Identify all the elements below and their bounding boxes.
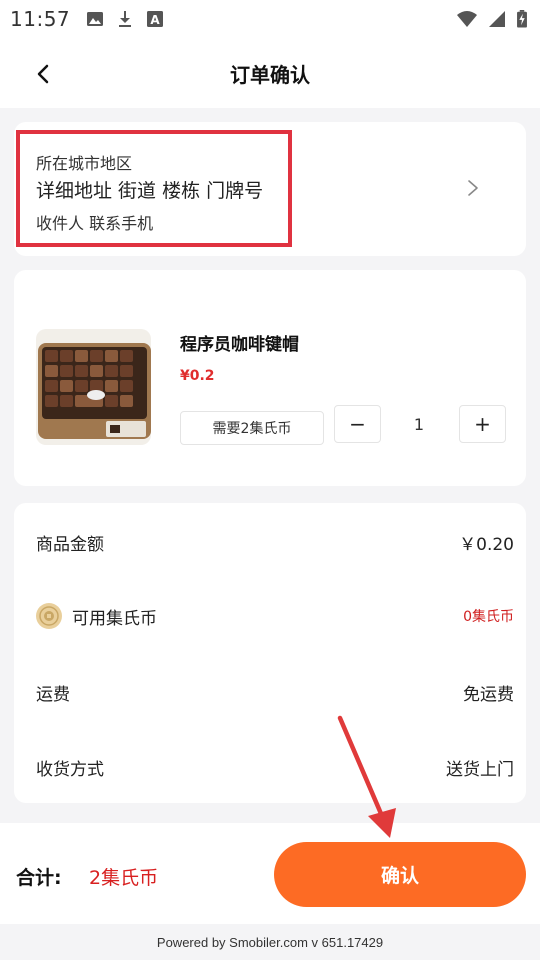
chevron-right-icon[interactable]	[466, 178, 480, 198]
goods-amount-label: 商品金额	[36, 534, 104, 555]
battery-charging-icon	[517, 10, 527, 28]
product-name: 程序员咖啡键帽	[180, 335, 299, 355]
need-coins-badge: 需要2集氏币	[180, 411, 324, 445]
shipping-value: 免运费	[463, 684, 514, 705]
address-contact: 收件人 联系手机	[36, 214, 154, 233]
total-label: 合计:	[16, 867, 62, 889]
address-card[interactable]: 所在城市地区 详细地址 街道 楼栋 门牌号 收件人 联系手机	[14, 122, 526, 256]
goods-amount-row: 商品金额 ￥0.20	[14, 522, 526, 562]
available-coins-label: 可用集氏币	[72, 608, 157, 629]
product-card: 程序员咖啡键帽 ¥0.2 需要2集氏币 − 1 +	[14, 270, 526, 486]
status-bar: 11:57 A	[0, 0, 540, 38]
quantity-increase-button[interactable]: +	[459, 405, 506, 443]
delivery-method-label: 收货方式	[36, 759, 104, 780]
address-detail: 详细地址 街道 楼栋 门牌号	[36, 180, 264, 202]
keycap-image	[36, 329, 151, 445]
confirm-button[interactable]: 确认	[274, 842, 526, 907]
address-city-region: 所在城市地区	[36, 154, 133, 173]
image-icon	[87, 12, 104, 26]
available-coins-row[interactable]: 可用集氏币 0集氏币	[14, 596, 526, 636]
bottom-bar: 合计: 2集氏币 确认	[0, 823, 540, 924]
quantity-value[interactable]: 1	[394, 405, 444, 443]
available-coins-value: 0集氏币	[463, 609, 514, 625]
chevron-left-icon	[37, 64, 49, 84]
total-value: 2集氏币	[89, 867, 159, 889]
svg-text:A: A	[150, 13, 160, 27]
powered-by-footer: Powered by Smobiler.com v 651.17429	[0, 924, 540, 960]
signal-icon	[489, 11, 505, 27]
order-summary-card: 商品金额 ￥0.20 可用集氏币 0集氏币 运费 免运费 收货方式 送货上门	[14, 503, 526, 803]
font-a-icon: A	[147, 11, 164, 27]
quantity-decrease-button[interactable]: −	[334, 405, 381, 443]
product-image	[36, 329, 151, 445]
status-icons-right	[456, 10, 528, 28]
shipping-label: 运费	[36, 684, 70, 705]
shipping-row: 运费 免运费	[14, 672, 526, 712]
goods-amount-value: ￥0.20	[459, 534, 514, 555]
wifi-icon	[457, 11, 477, 27]
download-icon	[119, 11, 132, 27]
delivery-method-row[interactable]: 收货方式 送货上门	[14, 747, 526, 787]
nav-bar: 订单确认	[0, 38, 540, 108]
status-time: 11:57	[10, 7, 71, 31]
coin-icon	[36, 603, 62, 629]
back-button[interactable]	[28, 59, 58, 89]
delivery-method-value: 送货上门	[446, 759, 514, 780]
page-title: 订单确认	[230, 62, 310, 87]
product-price: ¥0.2	[180, 368, 215, 384]
status-icons-left: A	[86, 10, 164, 28]
